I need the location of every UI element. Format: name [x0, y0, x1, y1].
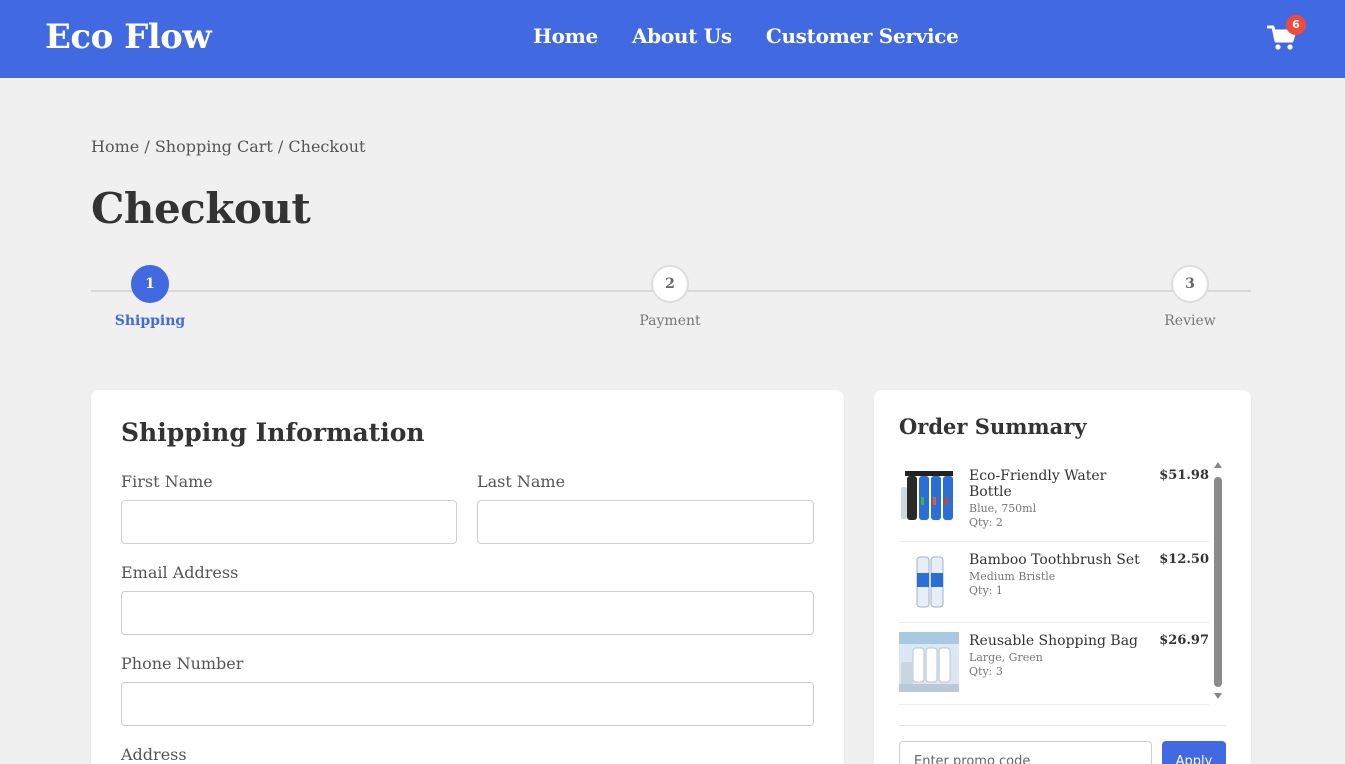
ro-system-product-image — [899, 632, 959, 692]
main-nav: Home About Us Customer Service — [533, 24, 959, 48]
item-name: Reusable Shopping Bag — [969, 633, 1139, 649]
step-review-number: 3 — [1171, 265, 1209, 303]
water-filter-product-image — [899, 467, 959, 527]
cart-count-badge: 6 — [1286, 15, 1306, 35]
filter-cartridge-product-image — [899, 551, 959, 611]
last-name-label: Last Name — [477, 472, 566, 491]
item-price: $12.50 — [1159, 552, 1209, 567]
nav-about-us-link[interactable]: About Us — [632, 24, 732, 48]
order-items-scrollbar[interactable] — [1212, 462, 1224, 702]
item-quantity: Qty: 2 — [969, 516, 1003, 529]
breadcrumb-home[interactable]: Home — [91, 137, 139, 156]
scrollbar-thumb[interactable] — [1214, 477, 1222, 687]
item-variant: Blue, 750ml — [969, 502, 1037, 515]
step-shipping-number: 1 — [131, 265, 169, 303]
address-label: Address — [121, 745, 187, 764]
order-summary-card: Order Summary Eco-Friendly Water Bottle … — [874, 390, 1251, 764]
first-name-label: First Name — [121, 472, 213, 491]
brand-logo[interactable]: Eco Flow — [45, 17, 212, 57]
step-shipping-label: Shipping — [114, 313, 186, 329]
step-payment-label: Payment — [639, 313, 701, 329]
item-variant: Medium Bristle — [969, 570, 1056, 583]
item-name: Eco-Friendly Water Bottle — [969, 468, 1107, 500]
order-items-list[interactable]: Eco-Friendly Water Bottle $51.98 Blue, 7… — [899, 458, 1209, 705]
page-title: Checkout — [91, 184, 311, 233]
item-name: Bamboo Toothbrush Set — [969, 552, 1140, 568]
item-price: $26.97 — [1159, 633, 1209, 648]
order-item: Eco-Friendly Water Bottle $51.98 Blue, 7… — [899, 458, 1209, 542]
item-variant: Large, Green — [969, 651, 1043, 664]
last-name-input[interactable] — [477, 500, 814, 544]
first-name-input[interactable] — [121, 500, 457, 544]
shipping-title: Shipping Information — [121, 418, 425, 447]
nav-home-link[interactable]: Home — [533, 24, 598, 48]
item-quantity: Qty: 1 — [969, 584, 1003, 597]
scroll-down-arrow-icon[interactable] — [1214, 693, 1222, 699]
nav-customer-service-link[interactable]: Customer Service — [766, 24, 959, 48]
top-nav-bar: Eco Flow Home About Us Customer Service … — [0, 0, 1345, 78]
breadcrumb: Home / Shopping Cart / Checkout — [91, 137, 365, 156]
breadcrumb-separator: / — [277, 137, 284, 156]
order-item: Reusable Shopping Bag $26.97 Large, Gree… — [899, 623, 1209, 705]
breadcrumb-shopping-cart[interactable]: Shopping Cart — [155, 137, 273, 156]
scroll-up-arrow-icon[interactable] — [1214, 462, 1222, 468]
step-review-label: Review — [1164, 313, 1216, 329]
order-item: Bamboo Toothbrush Set $12.50 Medium Bris… — [899, 542, 1209, 623]
email-input[interactable] — [121, 591, 814, 635]
order-summary-title: Order Summary — [899, 414, 1087, 439]
item-price: $51.98 — [1159, 468, 1209, 483]
phone-label: Phone Number — [121, 654, 244, 673]
breadcrumb-separator: / — [144, 137, 150, 156]
promo-code-input[interactable] — [899, 741, 1152, 764]
summary-divider — [899, 725, 1226, 726]
apply-promo-button[interactable]: Apply — [1162, 741, 1226, 764]
breadcrumb-checkout: Checkout — [288, 137, 366, 156]
step-payment-number: 2 — [651, 265, 689, 303]
shipping-form-card: Shipping Information First Name Last Nam… — [91, 390, 844, 764]
phone-input[interactable] — [121, 682, 814, 726]
item-quantity: Qty: 3 — [969, 665, 1003, 678]
email-label: Email Address — [121, 563, 239, 582]
